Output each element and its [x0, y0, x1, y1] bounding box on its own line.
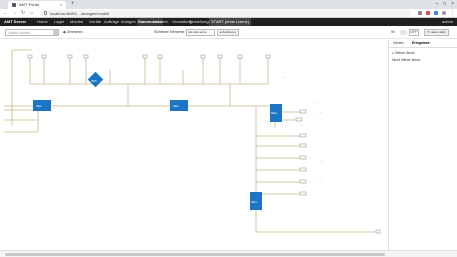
plant-diagram[interactable]: · ─ · ─ · ─ · ─ · ─ · ─ SE1 SE2 SE3 SE4 … [0, 40, 388, 250]
svg-text:· ─: · ─ [318, 111, 322, 114]
toggle-state[interactable]: OFF [409, 29, 419, 36]
svg-text:· ─: · ─ [315, 101, 319, 104]
nav-item-monitor[interactable]: Monitor [70, 18, 83, 26]
node-label: SE4 [251, 200, 257, 204]
browser-tab[interactable]: AMT Portal × [8, 1, 66, 9]
center-button[interactable]: ▸ Zentrieren [217, 29, 240, 36]
address-bar: ← → ↻ ⌂ localhost:8080/…/anlagen/modell … [0, 9, 457, 18]
svg-text:· ─: · ─ [282, 76, 286, 79]
app-navbar: AMT Server Home Lager Monitor Geräte Auf… [0, 18, 457, 26]
search-input[interactable]: Objekt suchen… [5, 29, 59, 36]
nav-item-home[interactable]: Home [37, 18, 48, 26]
window-controls: – □ × [435, 1, 454, 7]
diagram-node-se5[interactable]: SE5 [91, 79, 97, 83]
list-item[interactable]: ▸Offene Items [392, 51, 415, 55]
diagram-node-se4[interactable]: SE4 [250, 192, 262, 210]
nav-item-anlagen[interactable]: Anlagen [121, 18, 136, 26]
app-window: AMT Portal × + – □ × ← → ↻ ⌂ localhost:8… [0, 0, 457, 257]
maximize-icon[interactable]: □ [443, 1, 446, 7]
chevron-right-icon: ▸ [392, 51, 394, 55]
refresh-button[interactable]: ⟳ Laden aktiv [424, 29, 449, 36]
extension-icon[interactable] [418, 11, 422, 15]
list-item-label: Offene Items [394, 51, 415, 55]
center-anchor-button[interactable]: ◆ Zentrieren [63, 30, 83, 34]
home-icon[interactable]: ⌂ [30, 10, 33, 16]
favicon-icon [12, 3, 16, 7]
svg-text:· ─: · ─ [320, 160, 324, 163]
diagram-canvas[interactable]: · ─ · ─ · ─ · ─ · ─ · ─ SE1 SE2 SE3 SE4 … [0, 40, 388, 250]
tab-close-icon[interactable]: × [60, 2, 62, 7]
tab-details[interactable]: Details [393, 41, 404, 45]
nav-item-auftraege[interactable]: Aufträge [104, 18, 119, 26]
browser-tab-strip: AMT Portal × + – □ × [0, 0, 457, 9]
node-label: SE1 [36, 104, 42, 108]
diagram-lines [4, 49, 380, 233]
device-symbols [27, 54, 381, 234]
url-field[interactable]: localhost:8080/…/anlagen/modell [41, 10, 411, 17]
svg-text:· ─: · ─ [300, 124, 304, 127]
back-icon[interactable]: ← [3, 10, 8, 16]
new-tab-icon[interactable]: + [71, 1, 75, 7]
lock-icon [44, 11, 47, 15]
menu-icon[interactable]: ⋮ [450, 10, 455, 16]
event-panel: Details Ereignisse ▸Offene Items Nicht o… [388, 40, 457, 250]
diagram-toolbar: Objekt suchen… ◆ Zentrieren Sichtbare El… [0, 26, 457, 39]
search-dropdown-icon[interactable] [53, 30, 58, 35]
visible-elements-select[interactable]: Alle Elemente [186, 29, 215, 36]
minimize-icon[interactable]: – [435, 1, 438, 7]
user-menu[interactable]: admin [442, 18, 453, 26]
nav-item-admin[interactable]: Admin [157, 18, 168, 26]
url-text: localhost:8080/…/anlagen/modell [50, 11, 110, 16]
start-button[interactable]: START (ohne Lizenz) [209, 18, 252, 26]
forward-icon[interactable]: → [12, 10, 17, 16]
list-item[interactable]: Nicht offene Items [392, 58, 420, 62]
window-close-icon[interactable]: × [451, 1, 454, 7]
brand[interactable]: AMT Server [4, 19, 26, 24]
diagram-node-se2[interactable]: SE2 [170, 100, 188, 111]
nav-item-geraete[interactable]: Geräte [89, 18, 101, 26]
device-tags: · ─ · ─ · ─ · ─ · ─ · ─ [282, 76, 324, 183]
scrollbar-thumb[interactable] [5, 253, 385, 256]
horizontal-scrollbar[interactable] [0, 250, 457, 257]
extension-icon[interactable] [434, 11, 438, 15]
diagram-node-se1[interactable]: SE1 [33, 100, 51, 111]
tab-title: AMT Portal [19, 2, 39, 7]
extension-icon[interactable] [426, 11, 430, 15]
live-toggle[interactable] [400, 30, 407, 35]
reload-icon[interactable]: ↻ [21, 10, 25, 16]
node-label: SE5 [91, 79, 97, 83]
nav-item-lager[interactable]: Lager [54, 18, 64, 26]
node-label: SE3 [271, 111, 277, 115]
svg-text:· ─: · ─ [318, 180, 322, 183]
panel-tabs: Details Ereignisse [389, 40, 457, 48]
tab-events[interactable]: Ereignisse [412, 41, 430, 45]
visible-elements-label: Sichtbare Elemente [154, 30, 185, 34]
diagram-node-se3[interactable]: SE3 [270, 104, 282, 122]
search-placeholder: Objekt suchen… [8, 31, 34, 35]
profile-icon[interactable] [442, 11, 446, 15]
node-label: SE2 [173, 104, 179, 108]
zoom-value: 90 [391, 30, 395, 34]
list-item-label: Nicht offene Items [392, 58, 421, 62]
